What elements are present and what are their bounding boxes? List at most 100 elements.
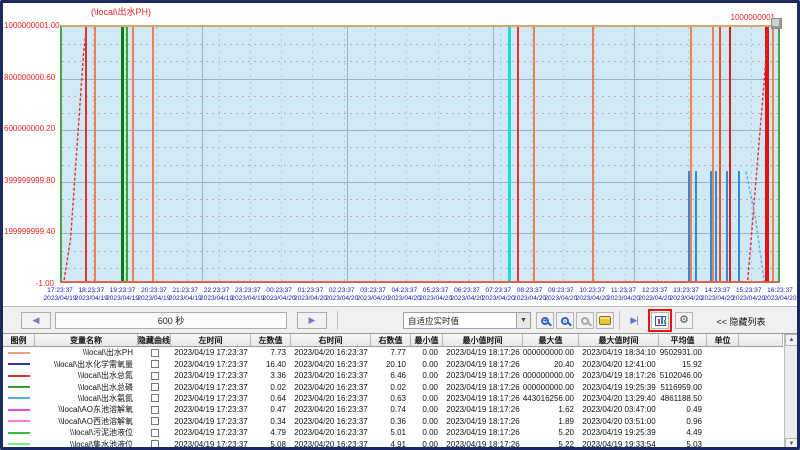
hide-list-button[interactable]: << 隐藏列表 [691, 315, 791, 328]
cell-left_time: 2023/04/19 17:23:37 [171, 416, 251, 427]
table-row[interactable]: \\local\出水氨氮2023/04/19 17:23:370.642023/… [3, 393, 783, 404]
table-row[interactable]: \\local\出水化学需氧量2023/04/19 17:23:3716.402… [3, 358, 783, 369]
cell-min: 0.00 [411, 381, 443, 392]
x-axis-tick-label: 01:23:372023/04/20 [293, 287, 327, 303]
play-to-end-button[interactable]: ▶| [625, 312, 643, 329]
zoom-in-button[interactable]: + [536, 312, 554, 329]
column-header[interactable]: 单位 [707, 334, 739, 347]
cell-max_time: 2023/04/20 03:51:00 [579, 416, 659, 427]
legend-color-swatch [8, 409, 30, 411]
cell-unit [707, 358, 739, 369]
time-span-field[interactable]: 600 秒 [55, 312, 287, 329]
cell-min_time: 2023/04/19 18:17:26 [443, 416, 523, 427]
hide-curve-checkbox[interactable] [151, 383, 159, 391]
cell-right_time: 2023/04/20 16:23:37 [291, 439, 371, 450]
column-header[interactable]: 右数值 [371, 334, 411, 347]
scroll-up-button[interactable]: ▲ [785, 334, 798, 346]
cell-avg: 5116959.00 [659, 381, 707, 392]
column-header[interactable]: 最大值时间 [579, 334, 659, 347]
column-header[interactable]: 右时间 [291, 334, 371, 347]
hide-curve-checkbox[interactable] [151, 429, 159, 437]
x-axis-tick-label: 22:23:372023/04/19 [200, 287, 234, 303]
legend-color-swatch [8, 352, 30, 354]
cell-min: 0.00 [411, 370, 443, 381]
legend-color-swatch [8, 386, 30, 388]
legend-color-swatch [8, 397, 30, 399]
column-header[interactable]: 最小值时间 [443, 334, 523, 347]
value-mode-select[interactable]: 自适应实时值 ▼ [403, 312, 531, 329]
cell-min_time: 2023/04/19 18:17:26 [443, 404, 523, 415]
cell-right_value: 0.74 [371, 404, 411, 415]
cell-avg: 5.03 [659, 439, 707, 450]
cell-min_time: 2023/04/19 18:17:26 [443, 393, 523, 404]
right-axis-max-label: 1000000001 [731, 13, 776, 22]
table-row[interactable]: \\local\集水池液位2023/04/19 17:23:375.082023… [3, 439, 783, 450]
zoom-in-icon: + [541, 317, 549, 325]
x-axis-tick-label: 21:23:372023/04/19 [168, 287, 202, 303]
trend-plot[interactable] [60, 25, 780, 283]
pan-left-button[interactable]: ◀ [21, 312, 51, 329]
table-row[interactable]: \\local\AO东池溶解氧2023/04/19 17:23:370.4720… [3, 404, 783, 415]
plot-resize-grip[interactable] [771, 18, 782, 29]
cell-hide [138, 427, 171, 438]
cell-max_time: 2023/04/20 03:47:00 [579, 404, 659, 415]
cell-right_value: 7.77 [371, 347, 411, 358]
table-scrollbar[interactable]: ▲ ▼ [784, 334, 797, 450]
chart-settings-button-highlighted[interactable] [651, 312, 669, 329]
y-axis-tick-label: 600000000.20 [4, 124, 54, 133]
cell-left_time: 2023/04/19 17:23:37 [171, 427, 251, 438]
cell-unit [707, 347, 739, 358]
cell-left_time: 2023/04/19 17:23:37 [171, 381, 251, 392]
chart-icon [655, 316, 666, 326]
column-header[interactable]: 最大值 [523, 334, 579, 347]
cell-unit [707, 439, 739, 450]
cell-left_value: 5.08 [251, 439, 291, 450]
cell-right_value: 0.63 [371, 393, 411, 404]
column-header[interactable]: 隐藏曲线 [138, 334, 171, 347]
column-header[interactable]: 图例 [3, 334, 35, 347]
hide-curve-checkbox[interactable] [151, 349, 159, 357]
hide-curve-checkbox[interactable] [151, 406, 159, 414]
table-row[interactable]: \\local\出水总磷2023/04/19 17:23:370.022023/… [3, 381, 783, 392]
zoom-out-button[interactable]: - [556, 312, 574, 329]
column-header[interactable]: 左数值 [251, 334, 291, 347]
column-header[interactable]: 变量名称 [35, 334, 138, 347]
trend-toolbar: ◀ 600 秒 ▶ 自适应实时值 ▼ + - ▶| [3, 306, 797, 334]
table-row[interactable]: \\local\出水PH2023/04/19 17:23:377.732023/… [3, 347, 783, 358]
zoom-out-icon: - [561, 317, 569, 325]
cell-min_time: 2023/04/19 18:17:26 [443, 427, 523, 438]
cell-min: 0.00 [411, 404, 443, 415]
cell-min: 0.00 [411, 427, 443, 438]
cell-name: \\local\出水化学需氧量 [35, 358, 138, 369]
arrow-right-icon: ▶ [309, 315, 316, 326]
cell-legend [3, 370, 35, 381]
hide-curve-checkbox[interactable] [151, 417, 159, 425]
hide-curve-checkbox[interactable] [151, 440, 159, 448]
cell-unit [707, 404, 739, 415]
scroll-down-button[interactable]: ▼ [785, 438, 798, 450]
cell-right_time: 2023/04/20 16:23:37 [291, 381, 371, 392]
pan-right-button[interactable]: ▶ [297, 312, 327, 329]
cell-right_time: 2023/04/20 16:23:37 [291, 393, 371, 404]
column-header[interactable]: 左时间 [171, 334, 251, 347]
column-header[interactable]: 最小值 [411, 334, 443, 347]
cell-left_value: 4.79 [251, 427, 291, 438]
hide-curve-checkbox[interactable] [151, 372, 159, 380]
cell-right_time: 2023/04/20 16:23:37 [291, 404, 371, 415]
zoom-reset-button[interactable] [576, 312, 594, 329]
x-axis-tick-label: 07:23:372023/04/20 [481, 287, 515, 303]
column-header[interactable]: 平均值 [659, 334, 707, 347]
table-row[interactable]: \\local\AO西池溶解氧2023/04/19 17:23:370.3420… [3, 416, 783, 427]
cell-left_value: 3.36 [251, 370, 291, 381]
snapshot-button[interactable] [596, 312, 614, 329]
table-row[interactable]: \\local\污泥池液位2023/04/19 17:23:374.792023… [3, 427, 783, 438]
toolbar-separator [337, 311, 338, 330]
hide-curve-checkbox[interactable] [151, 394, 159, 402]
cell-left_time: 2023/04/19 17:23:37 [171, 358, 251, 369]
chevron-down-icon[interactable]: ▼ [516, 313, 530, 328]
hide-curve-checkbox[interactable] [151, 360, 159, 368]
cell-max_time: 2023/04/19 19:25:39 [579, 427, 659, 438]
legend-color-swatch [8, 420, 30, 422]
table-row[interactable]: \\local\出水总氮2023/04/19 17:23:373.362023/… [3, 370, 783, 381]
time-span-value: 600 秒 [158, 314, 185, 327]
